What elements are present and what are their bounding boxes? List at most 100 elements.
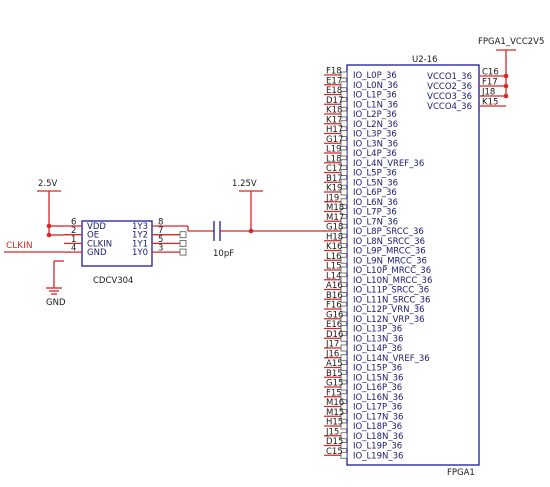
pin-number: K16: [326, 242, 342, 252]
pin-number: G18: [326, 223, 343, 233]
no-connect-square: [179, 248, 187, 256]
pin-number: J18: [481, 88, 495, 98]
pin-number: J17: [325, 340, 339, 350]
pin-name: IO_L18P_36: [353, 422, 402, 432]
pin-name: IO_L13N_36: [353, 334, 403, 344]
pin-number: J15: [325, 427, 339, 437]
pin-number: M16: [326, 398, 344, 408]
pin-number: J16: [325, 349, 339, 359]
no-connect-square: [340, 149, 348, 157]
pin-number: A15: [326, 359, 343, 369]
fpga-vcc-net-label: FPGA1_VCC2V5: [478, 37, 544, 47]
pin-name: IO_L3P_36: [353, 130, 397, 140]
pin-number: H18: [326, 232, 343, 242]
pin-number: D16: [326, 330, 343, 340]
pin-number: L16: [326, 252, 342, 262]
pin-name: IO_L5P_36: [353, 169, 397, 179]
pin-name: 1Y0: [132, 248, 148, 258]
pin-name: IO_L12N_VRP_36: [353, 315, 425, 325]
pin-number: E17: [326, 76, 342, 86]
left-supply: 2.5V: [37, 179, 64, 238]
pin-name: IO_L16N_36: [353, 393, 403, 403]
pin-number: L15: [326, 262, 342, 272]
pin-name: IO_L17N_36: [353, 412, 403, 422]
pin-name: IO_L6N_36: [353, 198, 398, 208]
buffer-symbol: CDCV304 6 VDD2 OE1 CLKIN4 GND 81Y3 71Y2 51Y1 31…: [64, 218, 187, 286]
pin-number: C15: [326, 447, 343, 457]
gnd-label: GND: [46, 298, 66, 308]
pin-name: IO_L1N_36: [353, 100, 398, 110]
pin-name: IO_L14P_36: [353, 344, 402, 354]
pin-number: C16: [482, 68, 499, 78]
pin-number: F18: [326, 67, 342, 77]
no-connect-square: [340, 344, 348, 352]
pin-number: E18: [326, 86, 342, 96]
pin-name: IO_L2N_36: [353, 120, 398, 130]
pin-number: A16: [326, 281, 343, 291]
pin-name: IO_L8N_SRCC_36: [353, 237, 425, 247]
buffer-part: CDCV304: [93, 276, 133, 286]
pin-number: K19: [326, 184, 342, 194]
left-supply-label: 2.5V: [38, 179, 58, 189]
pin-number: G16: [326, 310, 343, 320]
pin-name: VCCO2_36: [427, 82, 472, 92]
pin-number: 3: [158, 244, 163, 254]
pin-name: IO_L2P_36: [353, 110, 397, 120]
pin-number: H15: [326, 418, 343, 428]
pin-name: IO_L11N_SRCC_36: [353, 295, 430, 305]
fpga-right-pins: C16 VCCO1_36 F17 VCCO2_36 J18 VCCO3_36 K15 VCCO…: [427, 68, 506, 112]
pin-name: IO_L0P_36: [353, 71, 397, 81]
pin-number: L14: [326, 271, 342, 281]
pin-name: IO_L17P_36: [353, 403, 402, 413]
pin-number: F16: [326, 301, 342, 311]
pin-name: IO_L13P_36: [353, 325, 402, 335]
clkin-net-label: CLKIN: [6, 241, 33, 251]
mid-supply-label: 1.25V: [232, 179, 257, 189]
pin-number: 4: [71, 244, 76, 254]
pin-number: K18: [326, 106, 342, 116]
pin-number: B17: [326, 174, 343, 184]
pin-name: IO_L10N_MRCC_36: [353, 276, 432, 286]
pin-number: B16: [326, 291, 343, 301]
pin-name: IO_L6P_36: [353, 188, 397, 198]
buffer-right-pins: 81Y3 71Y2 51Y1 31Y0: [132, 218, 187, 258]
pin-number: K17: [326, 115, 342, 125]
no-connect-square: [340, 256, 348, 264]
pin-number: H17: [326, 125, 343, 135]
pin-name: IO_L0N_36: [353, 81, 398, 91]
pin-name: IO_L9N_MRCC_36: [353, 256, 427, 266]
pin-name: IO_L12P_VRN_36: [353, 305, 425, 315]
no-connect-square: [340, 266, 348, 274]
pin-name: IO_L5N_36: [353, 178, 398, 188]
fpga-name: FPGA1: [447, 468, 475, 478]
fpga-symbol: U2-16 FPGA1 F18 IO_L0P_36 E17 IO_L0N_36 E18 I…: [324, 55, 506, 478]
pin-number: J19: [325, 193, 339, 203]
pin-name: IO_L11P_SRCC_36: [353, 286, 429, 296]
pin-name: IO_L7P_36: [353, 208, 397, 218]
pin-name: IO_L8P_SRCC_36: [353, 227, 424, 237]
schematic-canvas: FPGA1_VCC2V5 U2-16 FPGA1 F18 IO_L0P_36 E17…: [4, 37, 544, 478]
pin-name: IO_L4N_VREF_36: [353, 159, 424, 169]
pin-name: VCCO3_36: [427, 92, 472, 102]
clkin-input: CLKIN: [4, 241, 64, 253]
pin-name: IO_L7N_36: [353, 217, 398, 227]
pin-number: M18: [326, 203, 344, 213]
pin-number: C17: [326, 164, 343, 174]
cap-value: 10pF: [213, 249, 234, 259]
gnd-symbol: GND: [46, 260, 66, 308]
pin-number: L18: [326, 154, 342, 164]
pin-name: IO_L18N_36: [353, 432, 403, 442]
pin-name: IO_L15P_36: [353, 364, 402, 374]
pin-number: B15: [326, 369, 343, 379]
pin-name: IO_L10P_MRCC_36: [353, 266, 431, 276]
pin-number: M15: [326, 408, 344, 418]
pin-name: IO_L3N_36: [353, 139, 398, 149]
no-connect-square: [179, 231, 187, 239]
pin-name: IO_L4P_36: [353, 149, 397, 159]
pin-name: GND: [87, 248, 107, 258]
no-connect-square: [179, 239, 187, 247]
pin-number: K15: [482, 98, 498, 108]
pin-name: VCCO1_36: [427, 72, 472, 82]
pin-number: F17: [482, 78, 498, 88]
pin-number: E16: [326, 320, 342, 330]
